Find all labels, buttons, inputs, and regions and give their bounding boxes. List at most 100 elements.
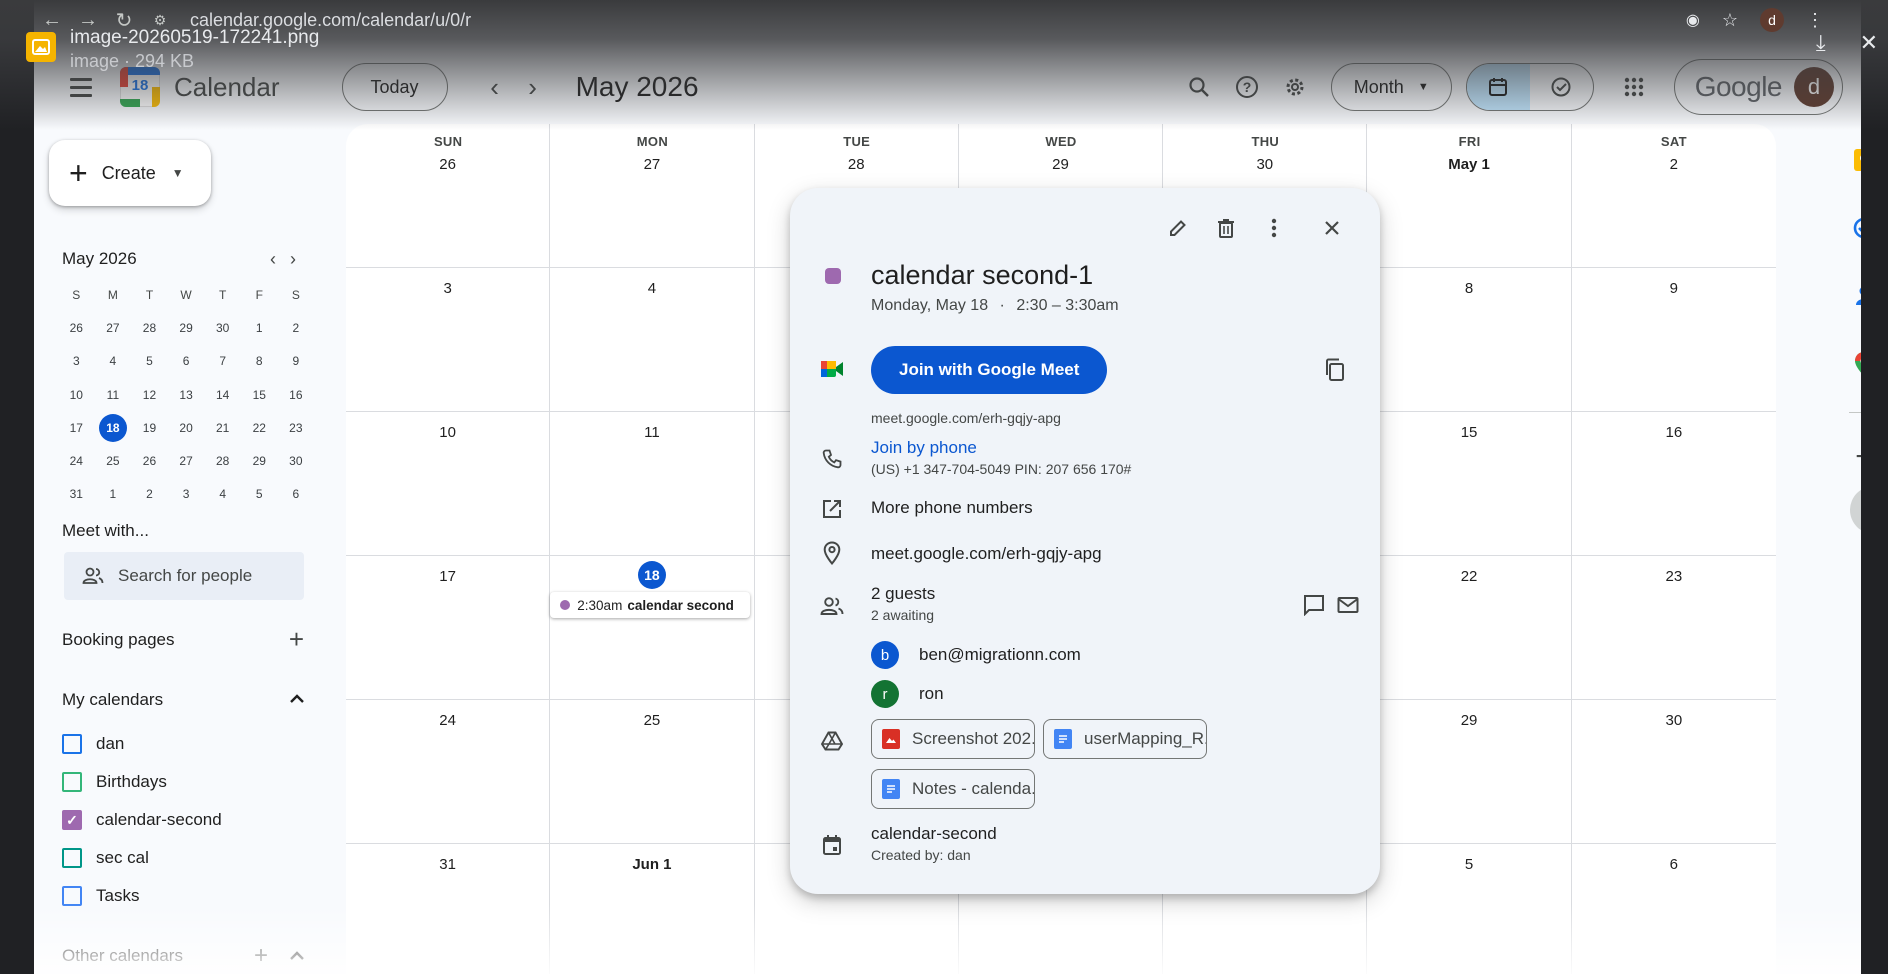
day-cell[interactable]: 3	[346, 268, 551, 411]
mini-day[interactable]: 30	[204, 311, 241, 344]
day-number[interactable]: 29	[959, 156, 1162, 173]
more-options-icon[interactable]	[1256, 210, 1292, 246]
calendar-checkbox[interactable]	[62, 848, 82, 868]
mini-day[interactable]: 2	[278, 311, 315, 344]
edit-pencil-icon[interactable]	[1160, 210, 1196, 246]
mini-day[interactable]: 15	[241, 378, 278, 411]
google-apps-icon[interactable]	[1610, 63, 1658, 111]
my-calendars-header[interactable]: My calendars	[62, 690, 304, 710]
day-number[interactable]: 30	[1572, 712, 1776, 729]
day-number[interactable]: 15	[1367, 424, 1570, 441]
settings-gear-icon[interactable]	[1271, 63, 1319, 111]
other-calendars-header[interactable]: Other calendars +	[62, 942, 304, 970]
day-cell[interactable]: 24	[346, 700, 551, 843]
guest-row[interactable]: b ben@migrationn.com	[871, 641, 1081, 669]
day-cell[interactable]: 17	[346, 556, 551, 699]
day-cell[interactable]: 8	[1367, 268, 1572, 411]
delete-trash-icon[interactable]	[1208, 210, 1244, 246]
maps-icon[interactable]	[1844, 344, 1861, 384]
calendar-list-item[interactable]: Tasks	[62, 877, 304, 915]
chevron-up-icon[interactable]	[290, 946, 304, 966]
browser-menu-icon[interactable]: ⋮	[1806, 10, 1824, 31]
mini-day[interactable]: 9	[278, 345, 315, 378]
day-number[interactable]: May 1	[1367, 156, 1570, 173]
mini-day[interactable]: 6	[278, 478, 315, 511]
day-number[interactable]: 2	[1572, 156, 1776, 173]
attachment-notes[interactable]: Notes - calenda...	[871, 769, 1035, 809]
mini-day[interactable]: 29	[241, 444, 278, 477]
google-account-button[interactable]: Google d	[1673, 59, 1843, 115]
mini-day[interactable]: 24	[58, 444, 95, 477]
day-cell[interactable]: 23	[1572, 556, 1776, 699]
day-number[interactable]: 5	[1367, 856, 1570, 873]
mini-day[interactable]: 2	[131, 478, 168, 511]
day-cell[interactable]: 30	[1572, 700, 1776, 843]
calendar-checkbox[interactable]: ✓	[62, 810, 82, 830]
day-number[interactable]: 3	[346, 280, 549, 297]
copy-link-icon[interactable]	[1324, 358, 1348, 382]
chevron-up-icon[interactable]	[290, 691, 304, 709]
calendar-list-item[interactable]: dan	[62, 725, 304, 763]
mini-day[interactable]: 8	[241, 345, 278, 378]
guest-row[interactable]: r ron	[871, 680, 944, 708]
day-cell[interactable]: 5	[1367, 844, 1572, 974]
attachment-screenshot[interactable]: Screenshot 202...	[871, 719, 1035, 759]
day-cell[interactable]: 9	[1572, 268, 1776, 411]
event-chip[interactable]: 2:30am calendar second	[550, 592, 751, 618]
help-icon[interactable]: ?	[1223, 63, 1271, 111]
mini-day[interactable]: 13	[168, 378, 205, 411]
mini-day[interactable]: 3	[168, 478, 205, 511]
day-number[interactable]: 29	[1367, 712, 1570, 729]
mini-day[interactable]: 16	[278, 378, 315, 411]
mini-day[interactable]: 27	[168, 444, 205, 477]
add-other-calendar-icon[interactable]: +	[254, 942, 268, 970]
mini-day[interactable]: 26	[131, 444, 168, 477]
email-guests-icon[interactable]	[1336, 593, 1360, 617]
mini-day[interactable]: 12	[131, 378, 168, 411]
mini-day[interactable]: 31	[58, 478, 95, 511]
mini-day[interactable]: 5	[131, 345, 168, 378]
add-addon-icon[interactable]: +	[1844, 437, 1861, 477]
mini-day[interactable]: 22	[241, 411, 278, 444]
mini-day[interactable]: 18	[95, 411, 132, 444]
search-icon[interactable]	[1175, 63, 1223, 111]
calendar-list-item[interactable]: sec cal	[62, 839, 304, 877]
day-cell[interactable]: Jun 1	[550, 844, 755, 974]
download-icon[interactable]: ⤓	[1816, 30, 1826, 56]
day-number[interactable]: 4	[550, 280, 753, 297]
day-number[interactable]: Jun 1	[550, 856, 753, 873]
day-number[interactable]: 16	[1572, 424, 1776, 441]
mini-day[interactable]: 7	[204, 345, 241, 378]
add-booking-page-icon[interactable]: +	[289, 624, 304, 655]
meet-link[interactable]: meet.google.com/erh-gqjy-apg	[871, 410, 1107, 426]
day-cell[interactable]: 15	[1367, 412, 1572, 555]
mini-day[interactable]: 1	[95, 478, 132, 511]
mini-day[interactable]: 26	[58, 311, 95, 344]
event-location[interactable]: meet.google.com/erh-gqjy-apg	[871, 544, 1102, 564]
search-people-input[interactable]: Search for people	[64, 552, 304, 600]
mini-day[interactable]: 3	[58, 345, 95, 378]
mini-day[interactable]: 19	[131, 411, 168, 444]
mini-day[interactable]: 4	[204, 478, 241, 511]
mini-prev-icon[interactable]: ‹	[270, 249, 276, 270]
mini-day[interactable]: 21	[204, 411, 241, 444]
mini-day[interactable]: 17	[58, 411, 95, 444]
mini-day[interactable]: 6	[168, 345, 205, 378]
day-number[interactable]: 30	[1163, 156, 1366, 173]
day-number[interactable]: 9	[1572, 280, 1776, 297]
day-cell[interactable]: 18 2:30am calendar second	[550, 556, 755, 699]
prev-period-icon[interactable]: ‹	[476, 72, 514, 103]
mini-day[interactable]: 5	[241, 478, 278, 511]
create-button[interactable]: + Create ▼	[49, 140, 211, 206]
mini-next-icon[interactable]: ›	[290, 249, 296, 270]
join-google-meet-button[interactable]: Join with Google Meet	[871, 346, 1108, 394]
day-number[interactable]: 17	[346, 568, 549, 585]
mini-day[interactable]: 28	[204, 444, 241, 477]
day-number[interactable]: 24	[346, 712, 549, 729]
day-number[interactable]: 25	[550, 712, 753, 729]
calendar-list-item[interactable]: Birthdays	[62, 763, 304, 801]
calendar-list-item[interactable]: ✓ calendar-second	[62, 801, 304, 839]
viewer-close-icon[interactable]: ✕	[1860, 30, 1878, 56]
view-switcher[interactable]: Month ▼	[1330, 63, 1452, 111]
calendar-checkbox[interactable]	[62, 772, 82, 792]
